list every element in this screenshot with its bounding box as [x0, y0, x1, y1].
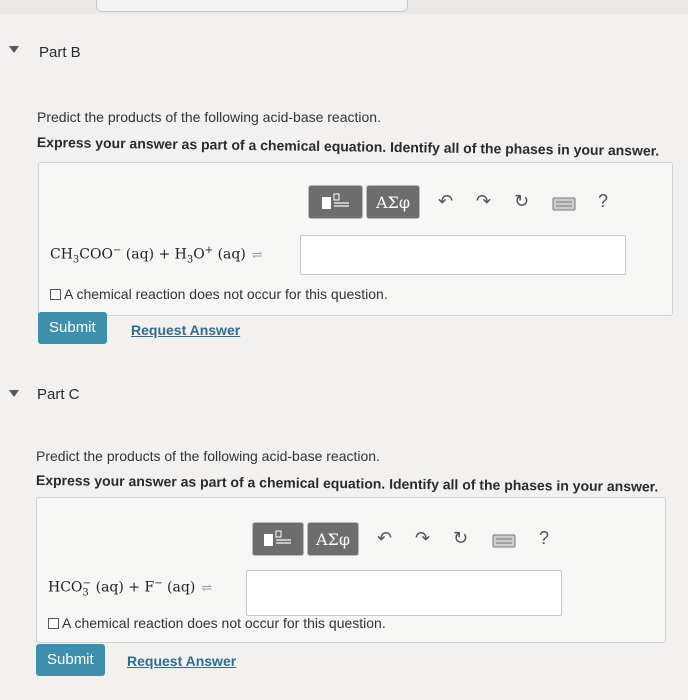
- part-b-submit-button[interactable]: Submit: [38, 312, 107, 344]
- no-reaction-label: A chemical reaction does not occur for t…: [64, 286, 388, 302]
- help-icon[interactable]: ?: [539, 528, 549, 549]
- undo-icon[interactable]: ↶: [377, 528, 392, 549]
- part-c-no-reaction-option[interactable]: A chemical reaction does not occur for t…: [48, 615, 386, 631]
- redo-icon[interactable]: ↷: [415, 528, 430, 549]
- part-b-prompt: Predict the products of the following ac…: [37, 109, 381, 125]
- part-c-request-answer-link[interactable]: Request Answer: [127, 653, 236, 669]
- collapse-caret-icon[interactable]: [9, 390, 19, 397]
- equilibrium-arrow-icon: ⇌: [201, 580, 213, 596]
- part-c-prompt: Predict the products of the following ac…: [36, 448, 380, 464]
- collapse-caret-icon[interactable]: [9, 46, 19, 53]
- part-b-equation: CH3COO− (aq) + H3O+ (aq) ⇌: [50, 245, 263, 266]
- part-b-title: Part B: [39, 44, 81, 61]
- part-c-toolbar: ΑΣφ ↶ ↷ ↻ ?: [252, 522, 572, 556]
- reset-icon[interactable]: ↻: [453, 528, 468, 549]
- part-c-title: Part C: [37, 386, 80, 403]
- template-button[interactable]: [252, 522, 304, 556]
- part-b-answer-box: ΑΣφ ↶ ↷ ↻ ? CH3COO− (aq) + H3O+ (aq) ⇌ A …: [38, 162, 673, 316]
- part-c-instruction: Express your answer as part of a chemica…: [35, 472, 659, 495]
- part-c-answer-input[interactable]: [246, 570, 562, 616]
- keyboard-icon[interactable]: [552, 195, 576, 216]
- part-b-instruction: Express your answer as part of a chemica…: [36, 134, 660, 159]
- part-b-answer-input[interactable]: [300, 235, 626, 275]
- equilibrium-arrow-icon: ⇌: [251, 247, 263, 263]
- part-c-answer-box: ΑΣφ ↶ ↷ ↻ ? HCO3− (aq) + F− (aq) ⇌ A chem…: [36, 497, 666, 643]
- reset-icon[interactable]: ↻: [514, 191, 529, 212]
- keyboard-icon[interactable]: [492, 532, 516, 553]
- greek-symbols-button[interactable]: ΑΣφ: [366, 185, 420, 219]
- checkbox[interactable]: [50, 288, 61, 300]
- part-b-toolbar: ΑΣφ ↶ ↷ ↻ ?: [308, 185, 628, 219]
- help-icon[interactable]: ?: [598, 191, 608, 212]
- template-icon: [321, 193, 349, 209]
- part-b-no-reaction-option[interactable]: A chemical reaction does not occur for t…: [50, 286, 388, 302]
- no-reaction-label: A chemical reaction does not occur for t…: [62, 615, 386, 631]
- part-c-submit-button[interactable]: Submit: [36, 644, 105, 676]
- greek-symbols-label: ΑΣφ: [315, 529, 351, 549]
- top-tab: [96, 0, 408, 12]
- part-c-equation: HCO3− (aq) + F− (aq) ⇌: [48, 578, 213, 599]
- greek-symbols-button[interactable]: ΑΣφ: [307, 522, 359, 556]
- undo-icon[interactable]: ↶: [438, 191, 453, 212]
- greek-symbols-label: ΑΣφ: [375, 192, 411, 212]
- checkbox[interactable]: [48, 617, 59, 629]
- part-b-request-answer-link[interactable]: Request Answer: [131, 322, 240, 338]
- template-button[interactable]: [308, 185, 363, 219]
- redo-icon[interactable]: ↷: [476, 191, 491, 212]
- template-icon: [264, 530, 291, 546]
